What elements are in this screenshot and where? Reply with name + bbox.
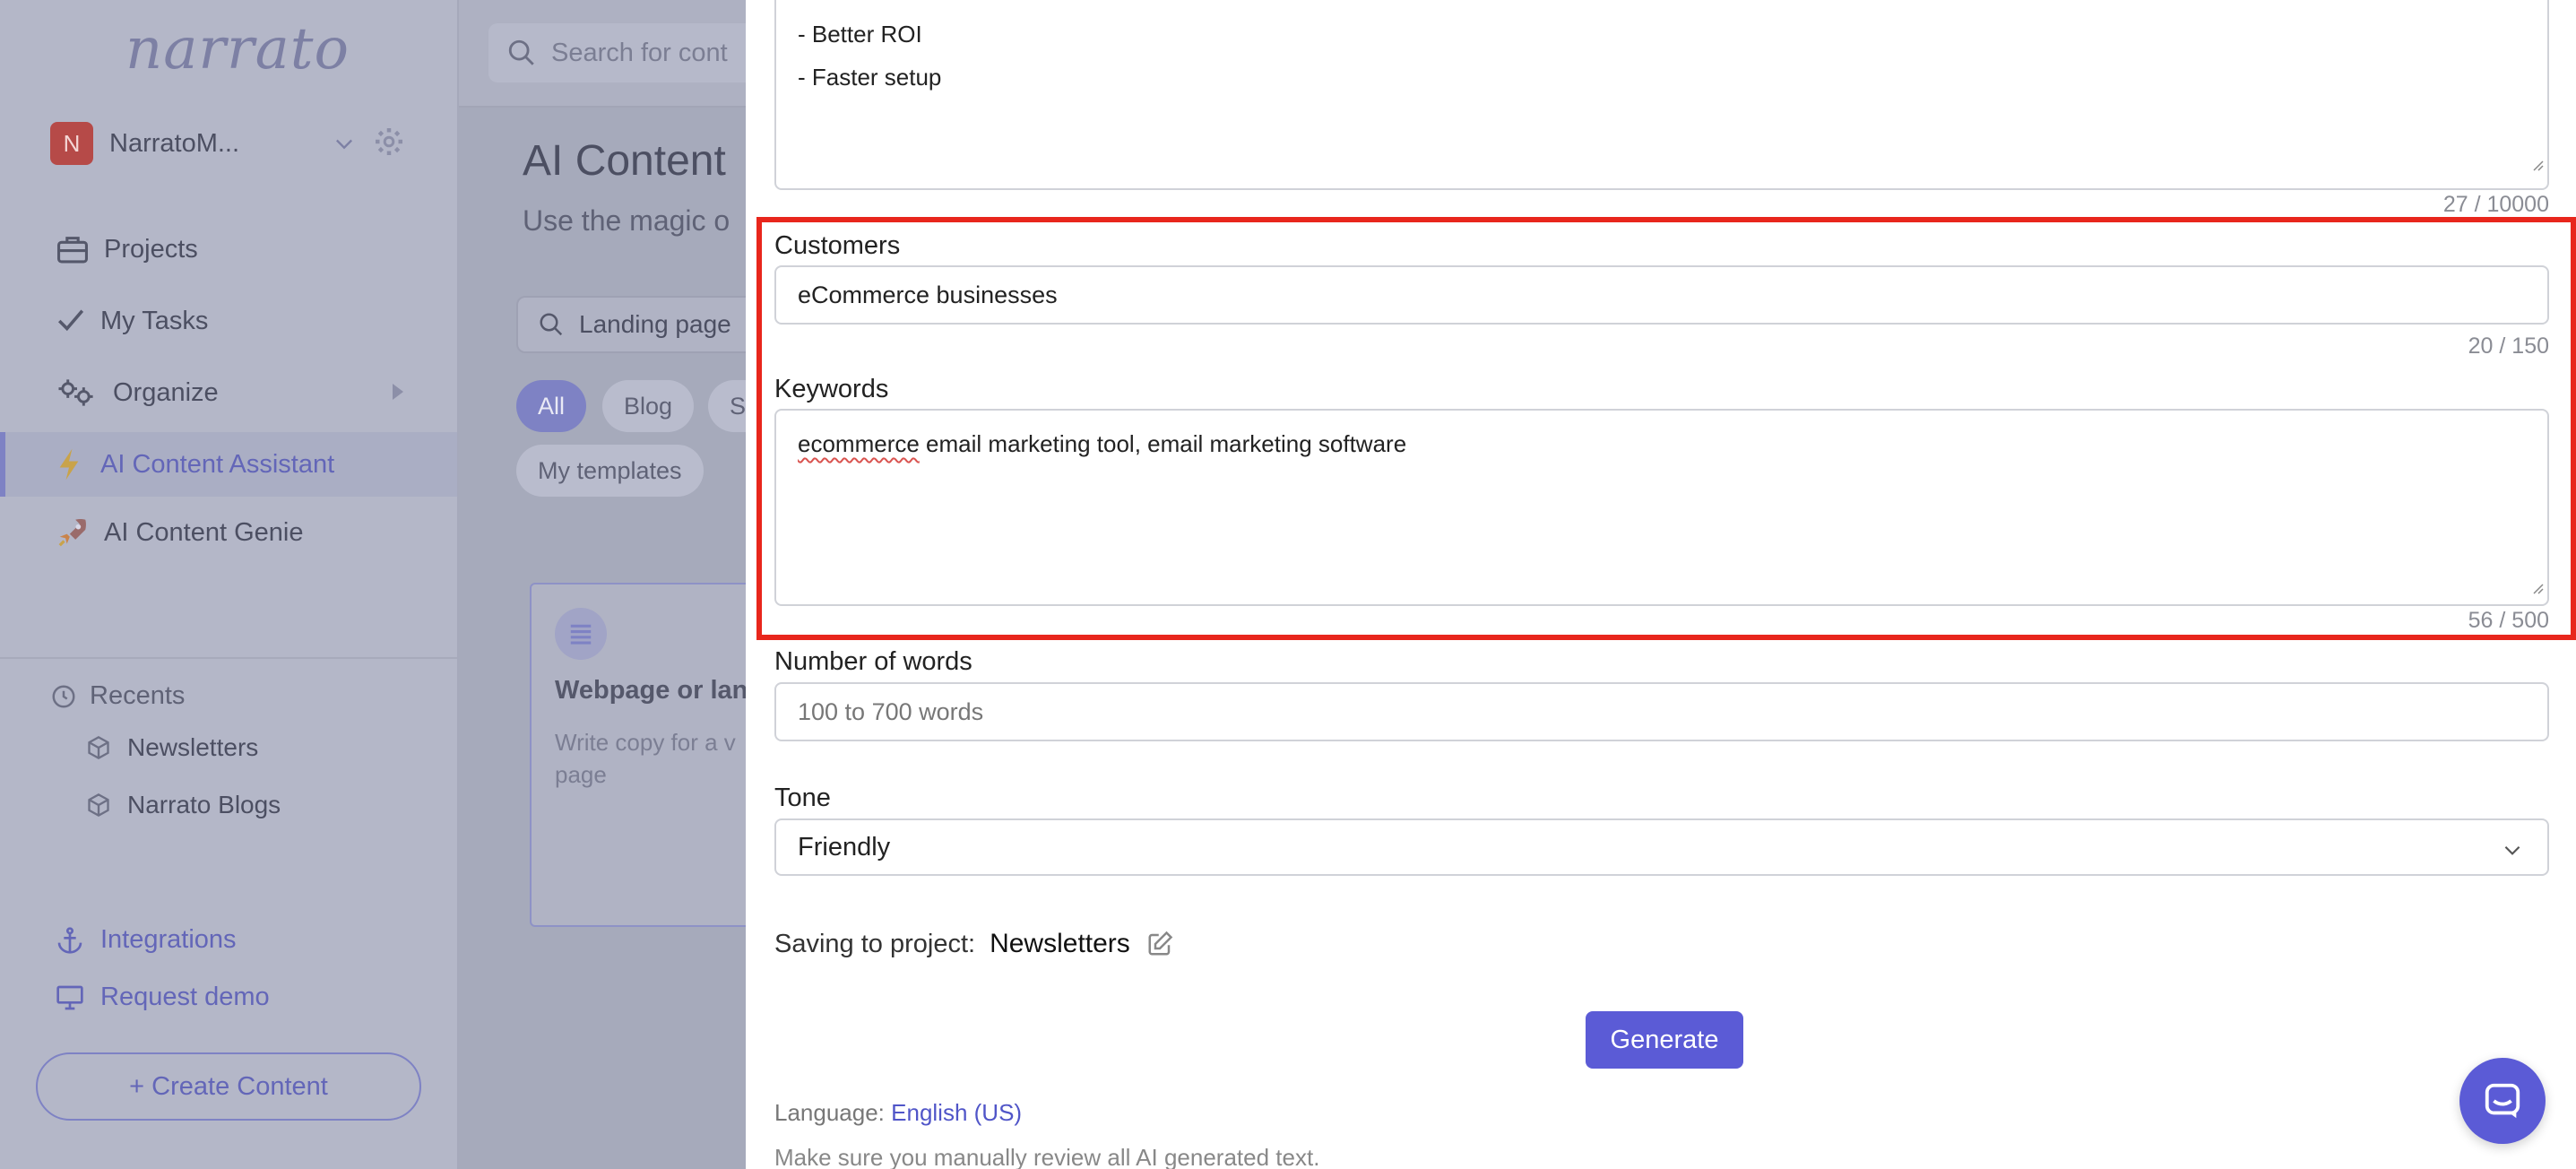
gear-icon[interactable] — [373, 126, 405, 158]
chat-launcher-button[interactable] — [2459, 1058, 2546, 1144]
workspace-name: NarratoM... — [109, 128, 240, 158]
sidebar-item-label: AI Content Genie — [104, 517, 304, 547]
template-card[interactable]: Webpage or lan Write copy for a v page — [530, 583, 763, 927]
sidebar-item-organize[interactable]: Organize — [0, 360, 457, 425]
search-icon — [506, 38, 537, 68]
template-card-title: Webpage or lan — [555, 676, 748, 705]
workspace-avatar: N — [50, 122, 93, 165]
number-of-words-input[interactable]: 100 to 700 words — [774, 682, 2549, 741]
tone-label: Tone — [774, 784, 831, 812]
clock-icon — [50, 683, 77, 710]
description-textarea[interactable]: - Better ROI - Faster setup — [774, 0, 2549, 190]
search-icon — [538, 311, 565, 338]
lightning-icon — [56, 447, 82, 481]
chevron-down-icon — [2501, 838, 2524, 869]
recents-heading: Recents — [50, 681, 185, 711]
workspace-switcher[interactable]: N NarratoM... — [50, 122, 418, 165]
sidebar-item-ai-content-assistant[interactable]: AI Content Assistant — [0, 432, 457, 497]
create-content-button[interactable]: + Create Content — [36, 1052, 421, 1121]
edit-icon[interactable] — [1146, 931, 1173, 957]
template-search-value: Landing page — [579, 310, 731, 338]
rocket-icon — [56, 515, 90, 550]
language-link[interactable]: English (US) — [891, 1099, 1022, 1126]
recent-item-narrato-blogs[interactable]: Narrato Blogs — [86, 791, 281, 819]
recents-title: Recents — [90, 681, 186, 710]
description-char-counter: 27 / 10000 — [2442, 192, 2549, 217]
cube-icon — [86, 735, 111, 760]
saving-project-name: Newsletters — [990, 929, 1130, 958]
gears-icon — [57, 377, 97, 408]
template-card-description: Write copy for a v page — [555, 729, 736, 788]
ai-disclaimer: Make sure you manually review all AI gen… — [774, 1144, 1320, 1169]
sidebar-item-ai-content-genie[interactable]: AI Content Genie — [0, 500, 457, 565]
cube-icon — [86, 792, 111, 818]
chat-icon — [2482, 1080, 2523, 1121]
chip-all[interactable]: All — [516, 380, 587, 432]
sidebar-item-label: Organize — [113, 377, 219, 407]
sidebar-item-label: Projects — [104, 234, 198, 264]
saving-label: Saving to project: — [774, 929, 976, 958]
sidebar: narrato N NarratoM... Projects My Tasks … — [0, 0, 459, 1169]
chevron-down-icon[interactable] — [332, 131, 357, 156]
integrations-label: Integrations — [100, 925, 237, 954]
chip-blog[interactable]: Blog — [602, 380, 695, 432]
generate-button[interactable]: Generate — [1586, 1011, 1743, 1069]
search-placeholder: Search for cont — [551, 38, 728, 67]
sidebar-item-my-tasks[interactable]: My Tasks — [0, 289, 457, 353]
monitor-icon — [56, 984, 84, 1011]
sidebar-item-label: AI Content Assistant — [100, 449, 335, 479]
chevron-right-icon — [393, 384, 403, 400]
background-search-input[interactable]: Search for cont — [488, 23, 775, 82]
recent-item-label: Narrato Blogs — [127, 791, 281, 818]
briefcase-icon — [56, 234, 90, 264]
sidebar-divider — [0, 657, 457, 659]
recent-item-label: Newsletters — [127, 733, 259, 761]
page-title: AI Content — [523, 137, 726, 185]
textarea-line: - Faster setup — [798, 64, 942, 91]
request-demo-label: Request demo — [100, 983, 270, 1011]
sidebar-item-projects[interactable]: Projects — [0, 217, 457, 281]
template-search-input[interactable]: Landing page — [516, 296, 785, 353]
anchor-icon — [56, 926, 84, 955]
page-subtitle: Use the magic o — [523, 204, 730, 237]
ai-generate-panel: - Better ROI - Faster setup 27 / 10000 C… — [746, 0, 2576, 1169]
resize-handle-icon[interactable] — [2529, 142, 2544, 185]
integrations-link[interactable]: Integrations — [56, 925, 237, 955]
number-of-words-label: Number of words — [774, 647, 972, 676]
recent-item-newsletters[interactable]: Newsletters — [86, 733, 258, 762]
check-icon — [56, 307, 86, 334]
request-demo-link[interactable]: Request demo — [56, 983, 270, 1012]
textarea-line: - Better ROI — [798, 21, 922, 48]
tone-selected-value: Friendly — [798, 832, 891, 862]
highlight-box — [756, 217, 2576, 640]
list-icon — [555, 608, 607, 660]
narrato-logo[interactable]: narrato — [125, 16, 350, 82]
language-setting: Language: English (US) — [774, 1099, 1022, 1127]
sidebar-item-label: My Tasks — [100, 306, 209, 335]
saving-to-project: Saving to project: Newsletters — [774, 929, 1173, 959]
chip-my-templates[interactable]: My templates — [516, 445, 704, 497]
tone-select[interactable]: Friendly — [774, 818, 2549, 876]
language-label: Language: — [774, 1099, 885, 1126]
